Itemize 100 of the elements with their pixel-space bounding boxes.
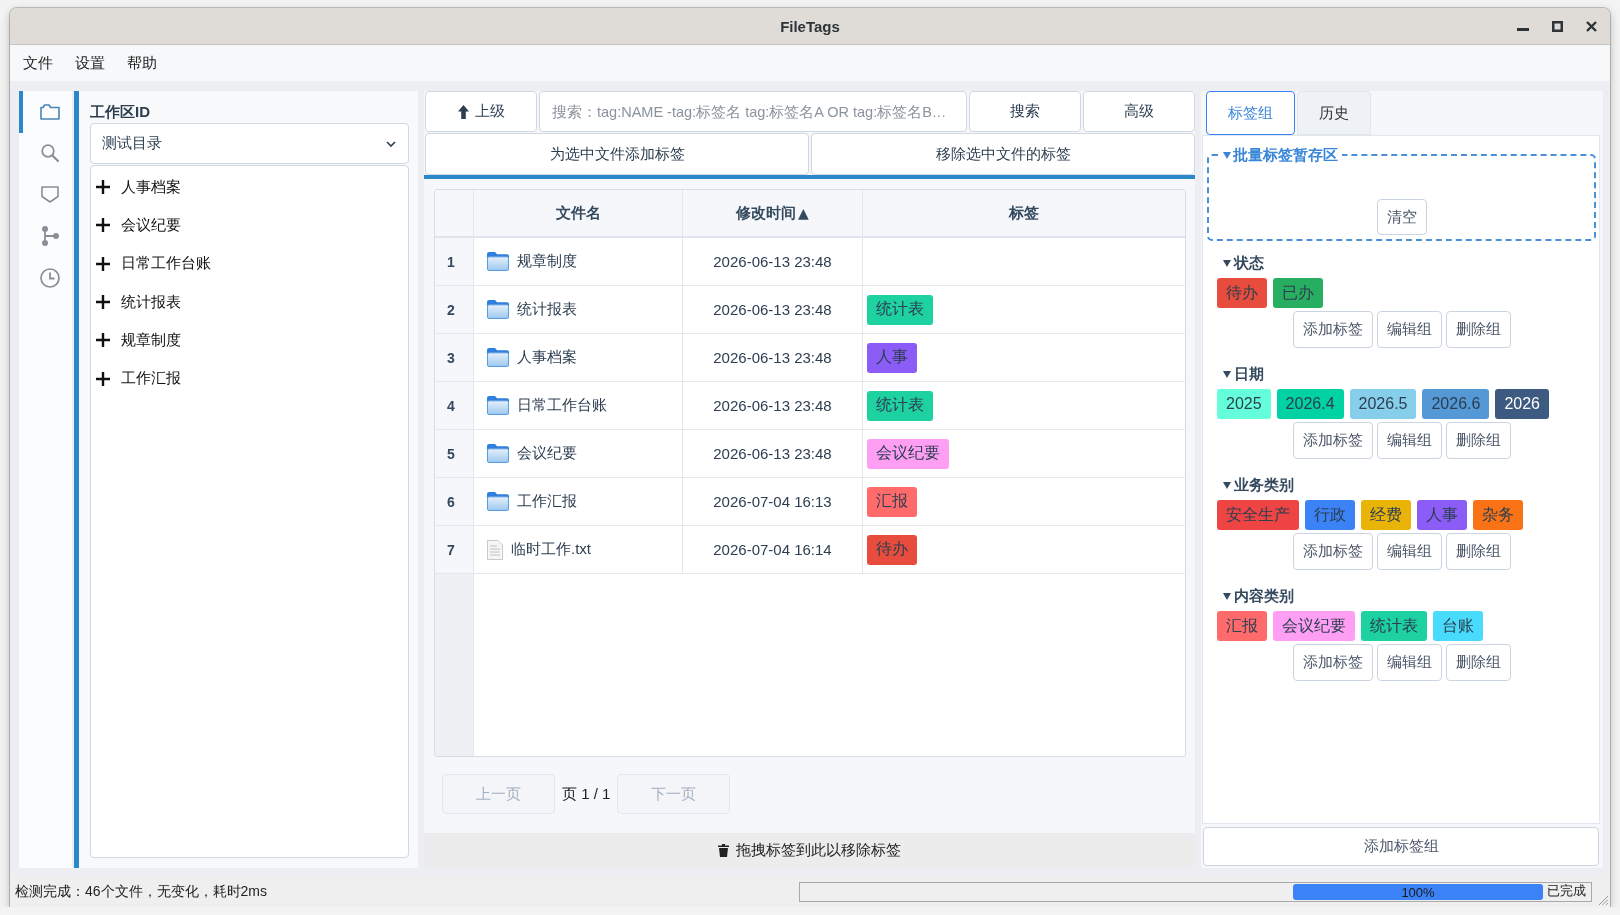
file-name: 临时工作.txt xyxy=(511,540,591,559)
folder-icon xyxy=(487,348,509,367)
group-action-button[interactable]: 添加标签 xyxy=(1292,422,1373,459)
tag-chip[interactable]: 统计表 xyxy=(867,390,933,421)
table-cell: 2026-06-13 23:48 xyxy=(683,286,863,333)
group-header[interactable]: 日期 xyxy=(1223,363,1264,385)
tree-item[interactable]: 工作汇报 xyxy=(91,359,187,398)
search-button[interactable]: 搜索 xyxy=(969,91,1081,132)
file-name: 规章制度 xyxy=(517,252,577,271)
branch-icon xyxy=(40,226,59,247)
plus-icon[interactable] xyxy=(96,180,110,195)
plus-icon[interactable] xyxy=(96,295,110,310)
plus-icon[interactable] xyxy=(96,371,110,386)
file-name: 日常工作台账 xyxy=(517,396,607,415)
tree-item[interactable]: 规章制度 xyxy=(91,321,187,360)
tag-chip[interactable]: 统计表 xyxy=(1361,611,1427,641)
tag-chip[interactable]: 会议纪要 xyxy=(1273,611,1355,641)
tag-chip[interactable]: 2026.5 xyxy=(1349,389,1417,419)
tree-item[interactable]: 会议纪要 xyxy=(91,206,187,245)
add-tags-button[interactable]: 为选中文件添加标签 xyxy=(425,133,809,175)
row-number: 2 xyxy=(435,286,474,333)
page-indicator: 页 1 / 1 xyxy=(562,784,611,804)
tag-chip[interactable]: 汇报 xyxy=(1217,611,1267,641)
file-name: 工作汇报 xyxy=(517,492,577,511)
tag-chip[interactable]: 统计表 xyxy=(867,294,933,325)
close-icon[interactable] xyxy=(1586,20,1597,32)
menu-item[interactable]: 帮助 xyxy=(116,49,168,77)
group-action-button[interactable]: 删除组 xyxy=(1445,644,1511,681)
drop-zone[interactable]: 拖拽标签到此以移除标签 xyxy=(424,833,1195,868)
tag-chip[interactable]: 台账 xyxy=(1433,611,1483,641)
group-header[interactable]: 内容类别 xyxy=(1223,585,1294,607)
remove-tags-button[interactable]: 移除选中文件的标签 xyxy=(811,133,1195,175)
table-cell: 2026-06-13 23:48 xyxy=(683,238,863,285)
tag-chip[interactable]: 会议纪要 xyxy=(867,438,949,469)
group-action-button[interactable]: 删除组 xyxy=(1445,422,1511,459)
tree-item[interactable]: 统计报表 xyxy=(91,282,187,322)
resize-grip-icon[interactable] xyxy=(1598,895,1608,905)
folder-icon xyxy=(487,396,509,415)
add-group-button[interactable]: 添加标签组 xyxy=(1203,827,1599,866)
progress-text: 100% xyxy=(1401,884,1435,899)
staging-area[interactable]: 批量标签暂存区 清空 xyxy=(1207,145,1596,241)
advanced-button[interactable]: 高级 xyxy=(1083,91,1195,132)
column-header[interactable]: 标签 xyxy=(1009,203,1039,223)
plus-icon[interactable] xyxy=(96,218,110,233)
clock-icon xyxy=(39,267,60,288)
up-button[interactable]: 上级 xyxy=(425,91,537,132)
tag-chip[interactable]: 杂务 xyxy=(1473,500,1523,530)
group-action-button[interactable]: 删除组 xyxy=(1445,533,1511,570)
menu-item[interactable]: 设置 xyxy=(64,49,116,77)
group-action-button[interactable]: 编辑组 xyxy=(1376,422,1442,459)
plus-icon[interactable] xyxy=(96,256,110,271)
arrow-up-icon xyxy=(457,104,469,119)
group-action-button[interactable]: 编辑组 xyxy=(1376,533,1442,570)
group-action-button[interactable]: 编辑组 xyxy=(1376,311,1442,348)
tree-item[interactable]: 日常工作台账 xyxy=(91,244,217,283)
row-number: 6 xyxy=(435,478,474,525)
maximize-icon[interactable] xyxy=(1552,20,1563,32)
menu-item[interactable]: 文件 xyxy=(12,49,64,77)
status-message: 检测完成：46个文件，无变化，耗时2ms xyxy=(15,882,268,901)
clear-button[interactable]: 清空 xyxy=(1376,199,1427,235)
column-header[interactable]: 文件名 xyxy=(555,203,601,223)
folder-icon xyxy=(487,492,509,511)
drop-zone-text: 拖拽标签到此以移除标签 xyxy=(736,841,901,860)
tree-item[interactable]: 人事档案 xyxy=(91,168,187,207)
plus-icon[interactable] xyxy=(96,333,110,348)
tag-chip[interactable]: 2026.6 xyxy=(1422,389,1490,419)
folder-icon xyxy=(487,300,509,319)
tag-chip[interactable]: 2026.4 xyxy=(1276,389,1344,419)
shield-icon xyxy=(40,186,59,204)
tag-chip[interactable]: 2026 xyxy=(1495,389,1549,419)
group-header[interactable]: 业务类别 xyxy=(1223,474,1294,496)
table-cell: 2026-07-04 16:14 xyxy=(683,526,863,573)
tag-chip[interactable]: 经费 xyxy=(1361,500,1411,530)
group-action-button[interactable]: 添加标签 xyxy=(1292,533,1373,570)
tag-chip[interactable]: 汇报 xyxy=(867,486,917,517)
group-action-button[interactable]: 添加标签 xyxy=(1292,311,1373,348)
group-header[interactable]: 状态 xyxy=(1223,252,1264,274)
file-name: 会议纪要 xyxy=(517,444,577,463)
tag-chip[interactable]: 已办 xyxy=(1273,278,1323,308)
group-action-button[interactable]: 删除组 xyxy=(1445,311,1511,348)
group-action-button[interactable]: 添加标签 xyxy=(1292,644,1373,681)
row-number: 5 xyxy=(435,430,474,477)
minimize-icon[interactable] xyxy=(1517,27,1529,31)
workspace-label: 工作区ID xyxy=(90,102,150,122)
folder-icon xyxy=(487,252,509,271)
panel-tab[interactable]: 标签组 xyxy=(1206,91,1295,135)
column-header[interactable]: 修改时间 xyxy=(736,203,797,223)
trash-icon xyxy=(718,844,729,857)
table-cell: 2026-06-13 23:48 xyxy=(683,334,863,381)
tag-chip[interactable]: 2025 xyxy=(1217,389,1271,419)
search-field[interactable]: 搜索：tag:NAME -tag:标签名 tag:标签名A OR tag:标签名B… xyxy=(539,91,967,132)
file-name: 统计报表 xyxy=(517,300,577,319)
sort-indicator: ▲ xyxy=(798,205,809,221)
table-cell: 2026-06-13 23:48 xyxy=(683,430,863,477)
staging-header[interactable]: 批量标签暂存区 xyxy=(1219,145,1342,165)
panel-tab[interactable]: 历史 xyxy=(1297,91,1371,135)
row-number: 1 xyxy=(435,238,474,285)
folder-icon xyxy=(487,444,509,463)
workspace-dropdown[interactable]: 测试目录 xyxy=(90,123,409,164)
group-action-button[interactable]: 编辑组 xyxy=(1376,644,1442,681)
